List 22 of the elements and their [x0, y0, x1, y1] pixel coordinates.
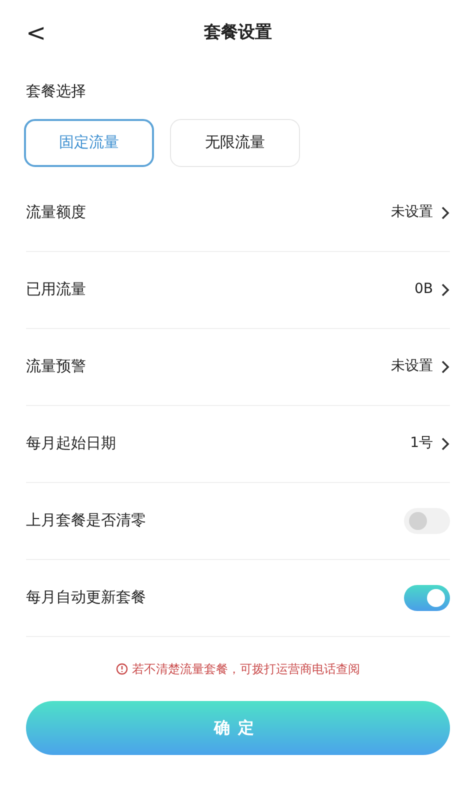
page-title: 套餐设置: [204, 21, 272, 44]
setting-label: 流量额度: [26, 202, 86, 224]
info-icon: [116, 662, 128, 674]
setting-label: 上月套餐是否清零: [26, 510, 146, 532]
setting-value[interactable]: 1号: [410, 433, 450, 454]
chevron-icon: [441, 206, 450, 220]
setting-label: 已用流量: [26, 279, 86, 300]
toggle-switch[interactable]: [404, 584, 450, 610]
chevron-icon: [441, 436, 450, 450]
notice-text: 若不清楚流量套餐，可拨打运营商电话查阅: [132, 660, 360, 678]
section-label: 套餐选择: [25, 81, 87, 102]
setting-label: 每月起始日期: [26, 433, 116, 454]
setting-label: 流量预警: [26, 356, 86, 378]
back-button[interactable]: <: [26, 21, 46, 45]
chevron-icon: [441, 282, 450, 296]
setting-value[interactable]: 0B: [414, 279, 450, 300]
setting-value[interactable]: 未设置: [391, 356, 450, 377]
setting-value[interactable]: 未设置: [391, 202, 450, 223]
plan-option[interactable]: 无限流量: [170, 118, 300, 166]
setting-label: 每月自动更新套餐: [26, 587, 146, 608]
chevron-icon: [441, 360, 450, 374]
toggle-switch[interactable]: [404, 508, 450, 534]
